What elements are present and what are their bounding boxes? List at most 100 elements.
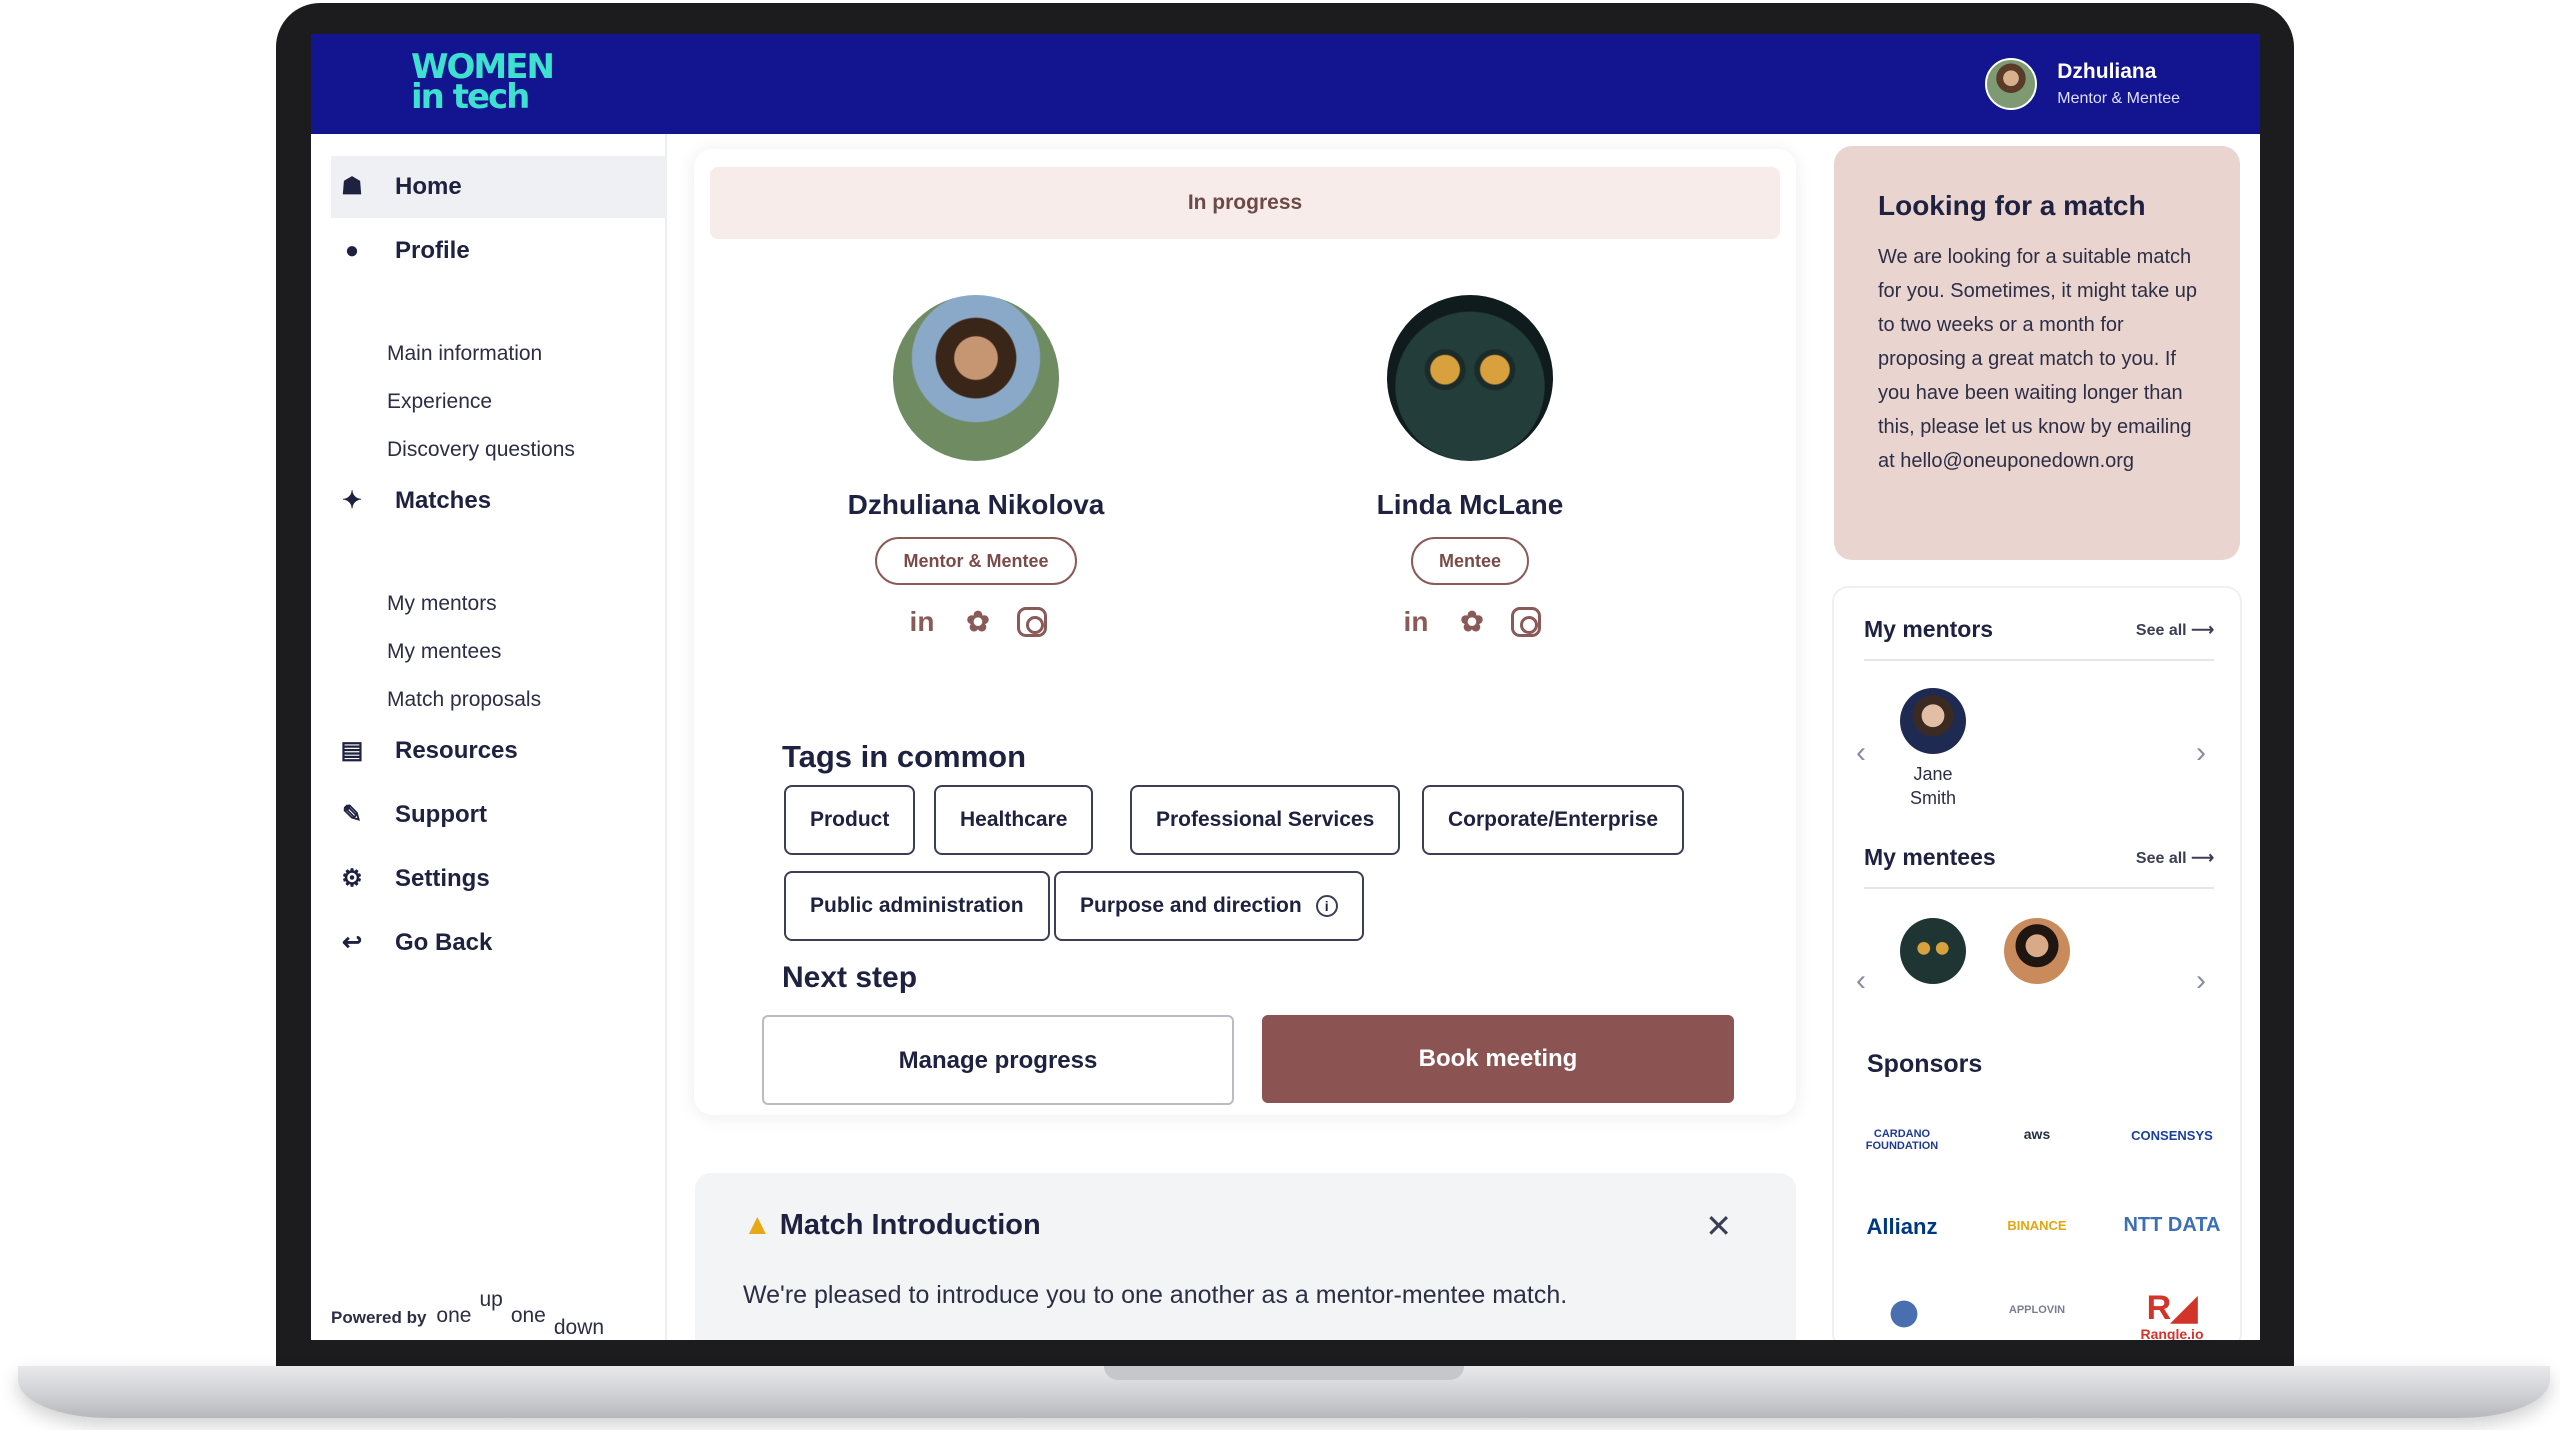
sponsor-logo-cardano[interactable]: CARDANO FOUNDATION — [1844, 1128, 1960, 1152]
close-icon[interactable]: ✕ — [1705, 1207, 1732, 1245]
rangle-label: Rangle.io — [2140, 1326, 2204, 1340]
role-badge: Mentee — [1410, 537, 1529, 585]
twitter-icon[interactable]: ✿ — [1455, 605, 1489, 639]
notice-title: Looking for a match — [1878, 190, 2146, 221]
looking-for-match-notice: Looking for a match We are looking for a… — [1834, 146, 2240, 560]
laptop-notch — [1104, 1366, 1464, 1380]
sidebar-subitem-my-mentees[interactable]: My mentees — [387, 640, 501, 664]
intro-title-text: Match Introduction — [779, 1209, 1041, 1241]
sidebar-subitem-main-information[interactable]: Main information — [387, 342, 542, 366]
chevron-left-icon[interactable]: ‹ — [1856, 736, 1866, 770]
sidebar-item-settings[interactable]: ⚙ Settings — [331, 848, 667, 910]
arrow-right-icon: ⟶ — [2191, 849, 2214, 867]
instagram-icon[interactable] — [1017, 607, 1047, 637]
sidebar-subitem-my-mentors[interactable]: My mentors — [387, 592, 497, 616]
mentees-see-all-link[interactable]: See all ⟶ — [2136, 848, 2214, 868]
sidebar-item-label: Resources — [395, 737, 518, 764]
arrow-right-icon: ⟶ — [2191, 621, 2214, 639]
mentors-see-all-link[interactable]: See all ⟶ — [2136, 620, 2214, 640]
mentor-name: Jane Smith — [1883, 762, 1983, 810]
next-step-title: Next step — [782, 961, 918, 994]
sidebar-subitem-experience[interactable]: Experience — [387, 390, 492, 414]
sidebar-item-go-back[interactable]: ↩ Go Back — [331, 912, 667, 974]
mentor-last-name: Smith — [1909, 788, 1956, 808]
chevron-left-icon[interactable]: ‹ — [1856, 964, 1866, 998]
sidebar-item-label: Settings — [395, 865, 490, 892]
sidebar-item-matches[interactable]: ✦ Matches — [331, 470, 667, 532]
match-introduction-card: ▲ Match Introduction ✕ We're pleased to i… — [695, 1173, 1796, 1340]
sponsor-logo-research-park[interactable] — [1864, 1296, 1944, 1332]
support-icon: ✎ — [341, 801, 363, 828]
tag-chip: Public administration — [784, 871, 1050, 941]
mentees-title: My mentees — [1864, 844, 1996, 870]
mentors-header: My mentors See all ⟶ — [1864, 616, 2214, 661]
user-avatar — [1985, 58, 2038, 110]
chevron-right-icon[interactable]: › — [2196, 964, 2206, 998]
top-header: WOMEN in tech Dzhuliana Mentor & Mentee — [311, 34, 2260, 134]
person-card-2: Linda McLane Mentee in ✿ — [1250, 295, 1690, 639]
sidebar-subitem-discovery-questions[interactable]: Discovery questions — [387, 438, 575, 462]
brand-one-2: one — [510, 1304, 546, 1327]
person-card-1: Dzhuliana Nikolova Mentor & Mentee in ✿ — [756, 295, 1196, 639]
sidebar-item-profile[interactable]: ● Profile — [331, 220, 667, 282]
sponsor-logo-applovin[interactable]: APPLOVIN — [1979, 1304, 2095, 1316]
avatar — [893, 295, 1059, 461]
sidebar-subitem-match-proposals[interactable]: Match proposals — [387, 688, 541, 712]
mentee-avatar[interactable] — [2004, 918, 2070, 984]
twitter-icon[interactable]: ✿ — [961, 605, 995, 639]
linkedin-icon[interactable]: in — [905, 605, 939, 639]
sidebar-item-resources[interactable]: ▤ Resources — [331, 720, 667, 782]
social-links: in ✿ — [1250, 605, 1690, 639]
brand-one: one — [436, 1304, 472, 1327]
women-in-tech-logo[interactable]: WOMEN in tech — [411, 50, 555, 116]
see-all-label: See all — [2135, 621, 2187, 639]
intro-title: ▲ Match Introduction — [743, 1209, 1041, 1242]
match-card: In progress Dzhuliana Nikolova Mentor & … — [694, 149, 1796, 1115]
chevron-right-icon[interactable]: › — [2196, 736, 2206, 770]
book-meeting-button[interactable]: Book meeting — [1262, 1015, 1734, 1103]
info-icon[interactable]: i — [1315, 895, 1338, 918]
status-banner: In progress — [710, 167, 1780, 239]
powered-by: Powered by one up one down — [331, 1288, 612, 1339]
instagram-icon[interactable] — [1511, 607, 1541, 637]
user-menu[interactable]: Dzhuliana Mentor & Mentee — [1985, 58, 2180, 110]
manage-progress-button[interactable]: Manage progress — [762, 1015, 1234, 1105]
laptop-base — [18, 1366, 2550, 1418]
person-name: Dzhuliana Nikolova — [847, 489, 1105, 520]
sponsor-logo-consensys[interactable]: CONSENSYS — [2114, 1128, 2230, 1143]
sidebar-item-label: Home — [395, 173, 462, 200]
rangle-mark-icon: R◢ — [2146, 1289, 2198, 1327]
sponsor-logo-allianz[interactable]: Allianz — [1844, 1214, 1960, 1240]
sponsor-logo-ntt-data[interactable]: NTT DATA — [2114, 1214, 2230, 1237]
sponsors-title: Sponsors — [1867, 1050, 1983, 1078]
exit-icon: ↩ — [341, 929, 363, 956]
mentors-title: My mentors — [1864, 616, 1994, 642]
mentor-avatar[interactable] — [1900, 688, 1966, 754]
see-all-label: See all — [2135, 849, 2187, 867]
tag-chip: Healthcare — [934, 785, 1094, 855]
sponsor-logo-binance[interactable]: BINANCE — [1979, 1218, 2095, 1233]
app-screen: WOMEN in tech Dzhuliana Mentor & Mentee … — [311, 34, 2260, 1340]
tag-chip: Product — [784, 785, 916, 855]
brand-up: up — [479, 1288, 503, 1311]
tag-chip: Corporate/Enterprise — [1422, 785, 1685, 855]
notice-body: We are looking for a suitable match for … — [1878, 246, 2198, 472]
linkedin-icon[interactable]: in — [1399, 605, 1433, 639]
sponsor-logo-rangle[interactable]: R◢ Rangle.io — [2114, 1290, 2230, 1340]
sidebar: ☗ Home ● Profile Main information Experi… — [311, 134, 667, 1340]
gear-icon: ⚙ — [341, 865, 363, 892]
sidebar-item-support[interactable]: ✎ Support — [331, 784, 667, 846]
user-role: Mentor & Mentee — [2057, 90, 2180, 107]
puzzle-icon: ✦ — [341, 487, 363, 514]
powered-by-label: Powered by — [331, 1308, 427, 1327]
mentee-avatar[interactable] — [1900, 918, 1966, 984]
sponsor-logo-aws[interactable]: aws — [1979, 1126, 2095, 1142]
handshake-icon: ▲ — [743, 1209, 772, 1241]
sidebar-item-label: Support — [395, 801, 487, 828]
sidebar-item-label: Matches — [395, 487, 492, 514]
book-icon: ▤ — [340, 737, 364, 764]
mentees-header: My mentees See all ⟶ — [1864, 844, 2214, 889]
brand-down: down — [553, 1316, 605, 1339]
sidebar-item-home[interactable]: ☗ Home — [331, 156, 667, 218]
avatar — [1387, 295, 1553, 461]
